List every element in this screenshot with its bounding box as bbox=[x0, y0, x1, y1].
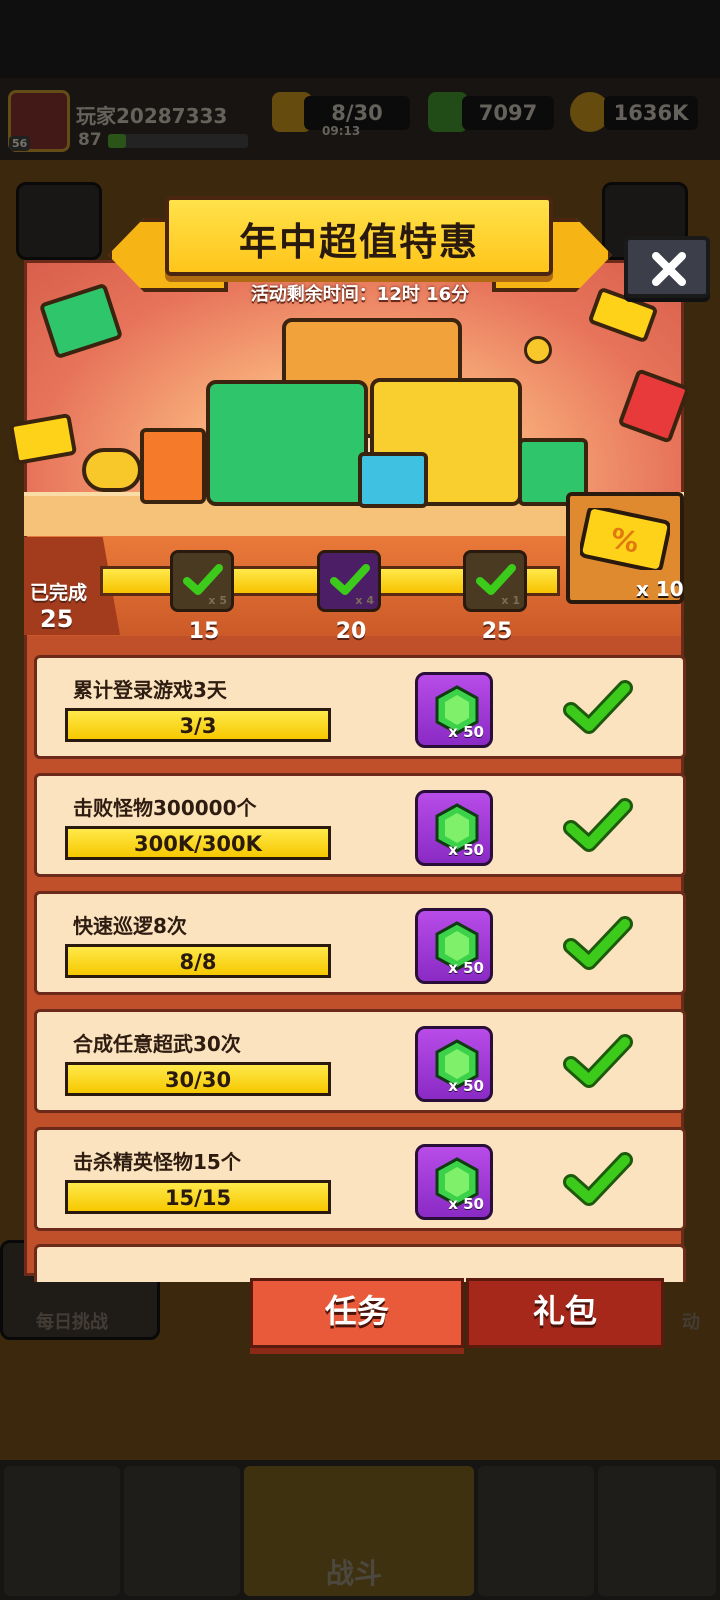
tab-gifts[interactable]: 礼包 bbox=[466, 1278, 664, 1348]
task-progress-bar: 300K/300K bbox=[65, 826, 331, 860]
close-button[interactable] bbox=[624, 236, 710, 298]
reward-qty: x 50 bbox=[448, 1195, 484, 1213]
checkmark-icon bbox=[563, 1152, 633, 1206]
reward-button[interactable]: x 50 bbox=[415, 790, 493, 866]
reward-qty: x 50 bbox=[448, 1077, 484, 1095]
tab-gifts-label: 礼包 bbox=[532, 1292, 597, 1330]
event-countdown: 活动剩余时间：12时 16分 bbox=[250, 284, 470, 305]
checkmark-icon bbox=[563, 916, 633, 970]
milestone-reward-25[interactable]: x 1 bbox=[463, 550, 527, 612]
event-title: 年中超值特惠 bbox=[238, 220, 479, 264]
milestone-reward-15[interactable]: x 5 bbox=[170, 550, 234, 612]
task-name: 快速巡逻8次 bbox=[73, 914, 187, 938]
checkmark-icon bbox=[563, 680, 633, 734]
ticket-icon: % bbox=[580, 508, 670, 570]
task-progress-text: 3/3 bbox=[179, 714, 217, 738]
milestone-points: 25 bbox=[481, 619, 513, 644]
tab-tasks-label: 任务 bbox=[324, 1292, 389, 1330]
coin-icon bbox=[524, 336, 552, 364]
task-progress-bar: 30/30 bbox=[65, 1062, 331, 1096]
orange-gift-icon bbox=[140, 428, 206, 504]
task-progress-bar: 3/3 bbox=[65, 708, 331, 742]
reward-button[interactable]: x 50 bbox=[415, 1144, 493, 1220]
checkmark-icon bbox=[330, 564, 370, 595]
task-name: 合成任意超武30次 bbox=[73, 1032, 241, 1056]
final-reward-count: x 10 bbox=[636, 577, 684, 601]
reward-qty: x 50 bbox=[448, 723, 484, 741]
milestone-qty: x 5 bbox=[208, 594, 227, 607]
checkmark-icon bbox=[563, 1034, 633, 1088]
coin-pile-icon bbox=[82, 448, 142, 492]
task-row: 快速巡逻8次 8/8 x 50 bbox=[34, 891, 686, 995]
reward-qty: x 50 bbox=[448, 841, 484, 859]
task-progress-text: 300K/300K bbox=[134, 832, 262, 856]
task-name: 累计登录游戏3天 bbox=[73, 678, 227, 702]
reward-button[interactable]: x 50 bbox=[415, 672, 493, 748]
close-icon bbox=[652, 252, 686, 286]
reward-button[interactable]: x 50 bbox=[415, 908, 493, 984]
completed-label: 已完成 bbox=[30, 582, 88, 604]
task-row: 合成任意超武30次 30/30 x 50 bbox=[34, 1009, 686, 1113]
tab-tasks[interactable]: 任务 bbox=[250, 1278, 464, 1348]
checkmark-icon bbox=[476, 564, 516, 595]
task-row: 击杀精英怪物15个 15/15 x 50 bbox=[34, 1127, 686, 1231]
task-name: 击败怪物300000个 bbox=[73, 796, 257, 820]
task-progress-bar: 8/8 bbox=[65, 944, 331, 978]
task-row: 击败怪物300000个 300K/300K x 50 bbox=[34, 773, 686, 877]
checkmark-icon bbox=[183, 564, 223, 595]
blue-gift-icon bbox=[358, 452, 428, 508]
task-row: 累计登录游戏3天 3/3 x 50 bbox=[34, 655, 686, 759]
task-progress-bar: 15/15 bbox=[65, 1180, 331, 1214]
completed-value: 25 bbox=[40, 605, 74, 633]
reward-button[interactable]: x 50 bbox=[415, 1026, 493, 1102]
milestone-qty: x 1 bbox=[501, 594, 520, 607]
task-progress-text: 8/8 bbox=[179, 950, 217, 974]
task-progress-text: 30/30 bbox=[164, 1068, 232, 1092]
milestone-qty: x 4 bbox=[355, 594, 374, 607]
task-name: 击杀精英怪物15个 bbox=[73, 1150, 241, 1174]
green-bag-icon bbox=[206, 380, 368, 506]
reward-qty: x 50 bbox=[448, 959, 484, 977]
milestone-points: 20 bbox=[335, 619, 367, 644]
milestone-points: 15 bbox=[188, 619, 220, 644]
task-progress-text: 15/15 bbox=[164, 1186, 232, 1210]
milestone-reward-20[interactable]: x 4 bbox=[317, 550, 381, 612]
checkmark-icon bbox=[563, 798, 633, 852]
